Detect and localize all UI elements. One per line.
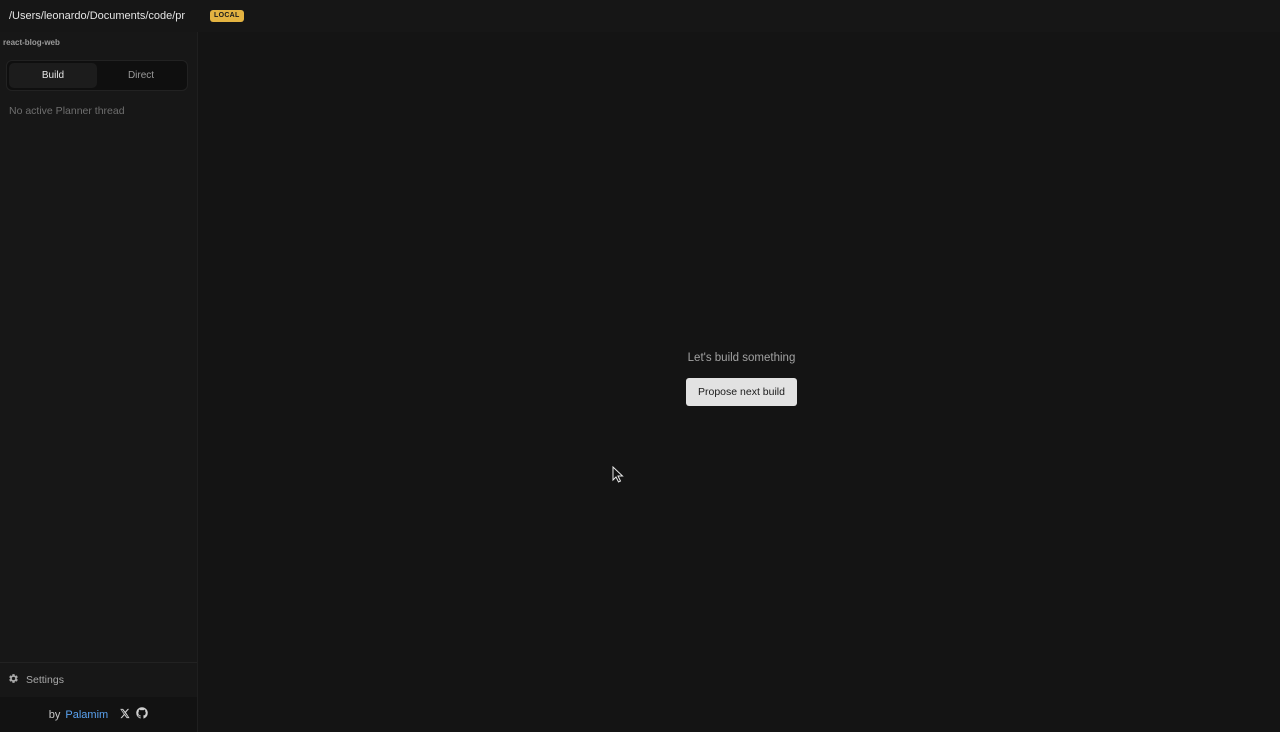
gear-icon	[8, 673, 19, 687]
path-container: /Users/leonardo/Documents/code/project	[0, 0, 198, 32]
project-name: react-blog-web	[3, 38, 60, 47]
x-icon[interactable]	[119, 708, 130, 722]
project-path: /Users/leonardo/Documents/code/project	[9, 10, 185, 22]
settings-button[interactable]: Settings	[0, 662, 197, 697]
mode-toggle: Build Direct	[6, 60, 188, 91]
empty-state: Let's build something Propose next build	[198, 352, 1280, 406]
direct-mode-button[interactable]: Direct	[97, 63, 185, 88]
environment-badge: LOCAL	[210, 10, 244, 22]
propose-build-button[interactable]: Propose next build	[686, 378, 797, 406]
build-mode-button[interactable]: Build	[9, 63, 97, 88]
author-link[interactable]: Palamim	[65, 709, 108, 721]
empty-thread-message: No active Planner thread	[9, 105, 125, 117]
main-panel: Let's build something Propose next build	[198, 32, 1280, 732]
empty-state-heading: Let's build something	[687, 352, 796, 364]
github-icon[interactable]	[136, 707, 148, 722]
top-bar: /Users/leonardo/Documents/code/project L…	[0, 0, 1280, 32]
mouse-cursor-icon	[612, 466, 624, 483]
by-label: by	[48, 708, 61, 721]
sidebar: react-blog-web Build Direct No active Pl…	[0, 32, 198, 732]
settings-label: Settings	[26, 674, 64, 686]
social-icons	[119, 707, 148, 722]
footer: by Palamim	[0, 697, 197, 732]
